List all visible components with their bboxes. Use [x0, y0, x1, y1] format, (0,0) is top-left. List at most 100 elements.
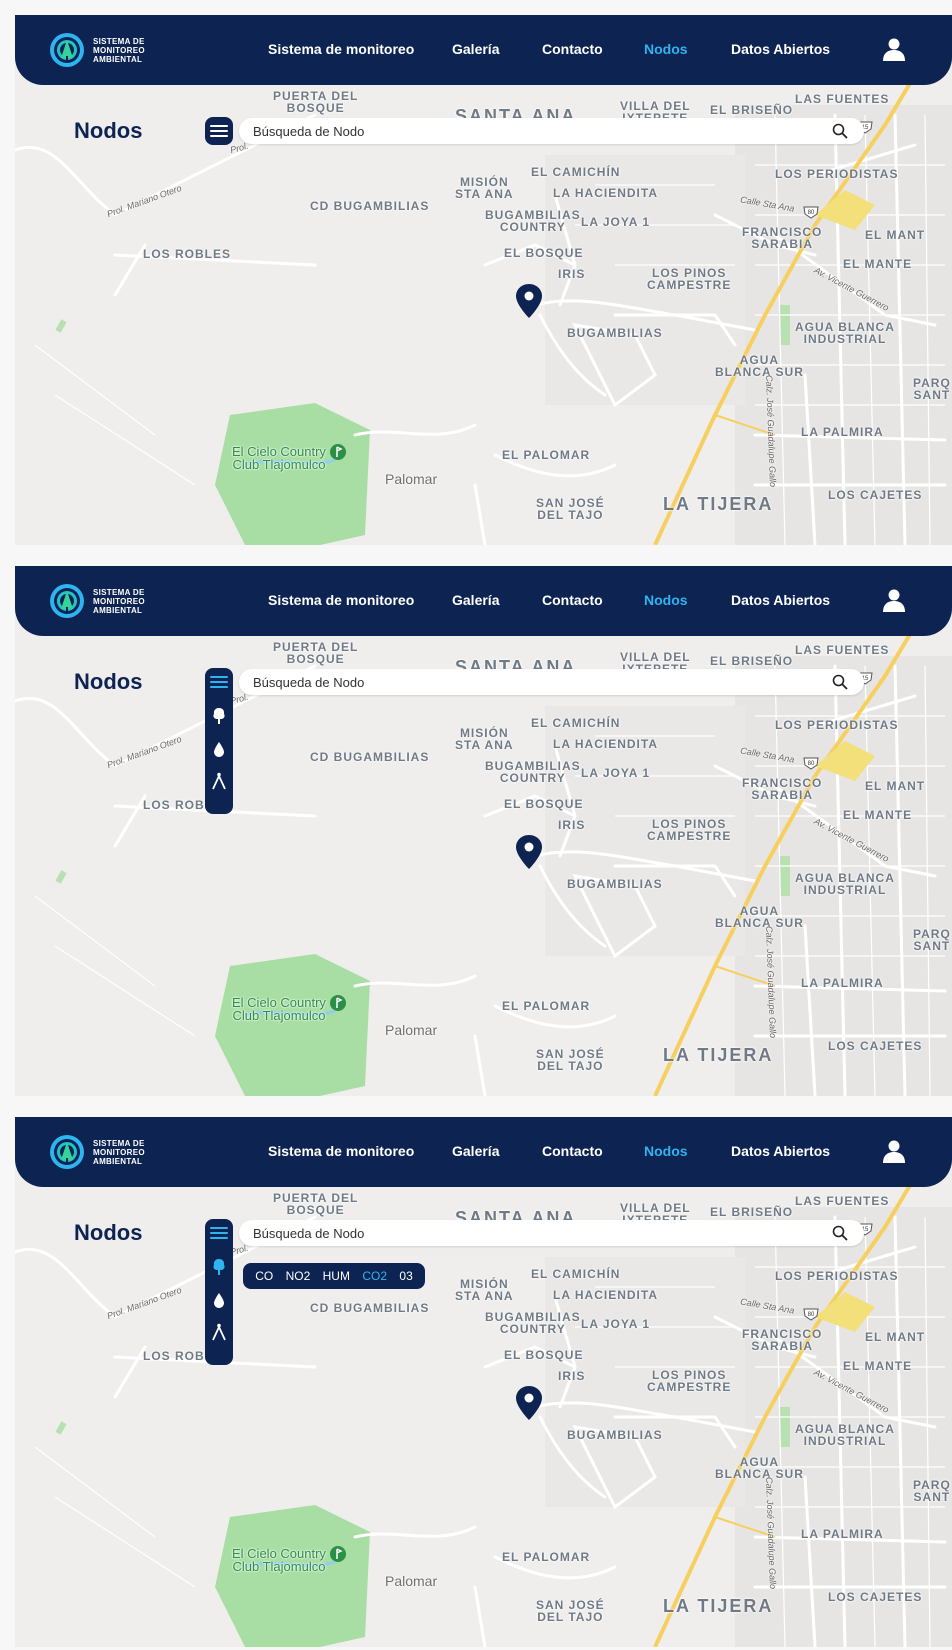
search-icon[interactable]	[832, 1225, 848, 1241]
map-label-agua-blanca-ind: AGUA BLANCA INDUSTRIAL	[795, 320, 895, 346]
nav-nodos[interactable]: Nodos	[644, 592, 688, 608]
map-label-el-camichin: EL CAMICHÍN	[531, 1267, 621, 1281]
compass-icon[interactable]	[209, 771, 229, 791]
map-label-el-mant: EL MANT	[865, 779, 926, 793]
nav-sistema-de-monitoreo[interactable]: Sistema de monitoreo	[268, 1143, 414, 1159]
map-label-el-briseno: EL BRISEÑO	[710, 1205, 794, 1219]
map-label-los-periodistas: LOS PERIODISTAS	[775, 718, 899, 732]
map-label-iris: IRIS	[558, 1369, 586, 1383]
map-label-la-palmira: LA PALMIRA	[801, 976, 884, 990]
page-title: Nodos	[74, 1220, 143, 1245]
map-label-la-palmira: LA PALMIRA	[801, 1527, 884, 1541]
highway-80-shield-icon: 80	[803, 757, 819, 770]
map-label-la-hacienda: LA HACIENDITA	[553, 186, 658, 200]
map-label-san-jose: SAN JOSÉ DEL TAJO	[536, 496, 605, 522]
search-icon[interactable]	[832, 123, 848, 139]
logo-text: SISTEMA DE MONITOREO AMBIENTAL	[93, 588, 145, 615]
pollutant-chip-03[interactable]: 03	[399, 1269, 412, 1283]
node-search-bar	[239, 669, 864, 695]
pollutant-chip-hum[interactable]: HUM	[323, 1269, 350, 1283]
map-label-el-palomar: EL PALOMAR	[502, 1550, 591, 1564]
map-label-los-periodistas: LOS PERIODISTAS	[775, 167, 899, 181]
map-label-los-cajetes: LOS CAJETES	[828, 1039, 923, 1053]
map-label-el-briseno: EL BRISEÑO	[710, 103, 794, 117]
nav-nodos[interactable]: Nodos	[644, 41, 688, 57]
highway-80-shield-icon: 80	[803, 1308, 819, 1321]
map-label-los-cajetes: LOS CAJETES	[828, 488, 923, 502]
map-label-el-camichin: EL CAMICHÍN	[531, 716, 621, 730]
nav-sistema-de-monitoreo[interactable]: Sistema de monitoreo	[268, 41, 414, 57]
map-label-el-palomar: EL PALOMAR	[502, 999, 591, 1013]
map-pin-icon[interactable]	[515, 834, 543, 870]
map-label-la-joya: LA JOYA 1	[581, 1317, 651, 1331]
nav-contacto[interactable]: Contacto	[542, 41, 603, 57]
map-label-mision-sta-ana: MISIÓN STA ANA	[455, 175, 514, 201]
map-label-el-cielo: El Cielo Country Club Tlajomulco	[232, 444, 326, 472]
map-label-san-jose: SAN JOSÉ DEL TAJO	[536, 1598, 605, 1624]
map-label-iris: IRIS	[558, 818, 586, 832]
map-label-la-tijera: LA TIJERA	[663, 1596, 774, 1616]
hamburger-menu-button[interactable]	[205, 117, 233, 145]
water-drop-icon[interactable]	[209, 1290, 229, 1310]
node-search-bar	[239, 118, 864, 144]
user-icon[interactable]	[882, 1139, 906, 1163]
map-label-bugambilias-country: BUGAMBILIAS COUNTRY	[485, 759, 581, 785]
nav-galería[interactable]: Galería	[452, 41, 499, 57]
map-label-las-fuentes: LAS FUENTES	[795, 643, 890, 657]
nav-datos-abiertos[interactable]: Datos Abiertos	[731, 41, 830, 57]
nav-galería[interactable]: Galería	[452, 592, 499, 608]
map-label-palomar: Palomar	[385, 471, 438, 487]
nav-galería[interactable]: Galería	[452, 1143, 499, 1159]
map-pin-icon[interactable]	[515, 1385, 543, 1421]
page-title: Nodos	[74, 669, 143, 694]
map-label-el-cielo: El Cielo Country Club Tlajomulco	[232, 1546, 326, 1574]
nav-contacto[interactable]: Contacto	[542, 592, 603, 608]
map-label-el-camichin: EL CAMICHÍN	[531, 165, 621, 179]
map-label-san-jose: SAN JOSÉ DEL TAJO	[536, 1047, 605, 1073]
nav-nodos[interactable]: Nodos	[644, 1143, 688, 1159]
nav-sistema-de-monitoreo[interactable]: Sistema de monitoreo	[268, 592, 414, 608]
nav-datos-abiertos[interactable]: Datos Abiertos	[731, 1143, 830, 1159]
map-label-los-pinos: LOS PINOS CAMPESTRE	[647, 266, 732, 292]
nav-datos-abiertos[interactable]: Datos Abiertos	[731, 592, 830, 608]
map-label-parq-sant: PARQ SANT	[913, 1478, 951, 1504]
hamburger-icon[interactable]	[205, 668, 233, 696]
map-label-bugambilias: BUGAMBILIAS	[567, 1428, 663, 1442]
pollutant-chip-co[interactable]: CO	[255, 1269, 273, 1283]
tree-icon[interactable]	[209, 1257, 229, 1277]
user-icon[interactable]	[882, 37, 906, 61]
node-search-input[interactable]	[253, 1223, 813, 1243]
map-label-francisco-sarabia: FRANCISCO SARABIA	[742, 1327, 823, 1353]
node-search-input[interactable]	[253, 672, 813, 692]
water-drop-icon[interactable]	[209, 739, 229, 759]
map-label-la-palmira: LA PALMIRA	[801, 425, 884, 439]
pollutant-selector: CO NO2 HUM CO2 03	[243, 1263, 425, 1289]
map-label-bugambilias: BUGAMBILIAS	[567, 877, 663, 891]
node-search-input[interactable]	[253, 121, 813, 141]
compass-icon[interactable]	[209, 1322, 229, 1342]
highway-80-shield-icon: 80	[803, 206, 819, 219]
map-label-bugambilias-country: BUGAMBILIAS COUNTRY	[485, 1310, 581, 1336]
hamburger-icon[interactable]	[205, 1219, 233, 1247]
map-label-agua-blanca-sur: AGUA BLANCA SUR	[715, 1455, 804, 1481]
map-pin-icon[interactable]	[515, 283, 543, 319]
map-label-los-pinos: LOS PINOS CAMPESTRE	[647, 1368, 732, 1394]
map-label-los-periodistas: LOS PERIODISTAS	[775, 1269, 899, 1283]
map-label-la-hacienda: LA HACIENDITA	[553, 1288, 658, 1302]
golf-course-icon	[330, 995, 346, 1011]
map-label-puerta-del-bosque: PUERTA DEL BOSQUE	[273, 640, 359, 666]
nav-contacto[interactable]: Contacto	[542, 1143, 603, 1159]
map-label-el-bosque: EL BOSQUE	[504, 1348, 584, 1362]
map-label-bugambilias: BUGAMBILIAS	[567, 326, 663, 340]
user-icon[interactable]	[882, 588, 906, 612]
map-label-el-palomar: EL PALOMAR	[502, 448, 591, 462]
top-navbar: SISTEMA DE MONITOREO AMBIENTAL Sistema d…	[15, 566, 952, 636]
map-label-el-briseno: EL BRISEÑO	[710, 654, 794, 668]
map-label-francisco-sarabia: FRANCISCO SARABIA	[742, 225, 823, 251]
map-label-puerta-del-bosque: PUERTA DEL BOSQUE	[273, 1191, 359, 1217]
tree-icon[interactable]	[209, 706, 229, 726]
map-label-agua-blanca-sur: AGUA BLANCA SUR	[715, 904, 804, 930]
pollutant-chip-no2[interactable]: NO2	[286, 1269, 311, 1283]
search-icon[interactable]	[832, 674, 848, 690]
pollutant-chip-co2[interactable]: CO2	[362, 1269, 387, 1283]
